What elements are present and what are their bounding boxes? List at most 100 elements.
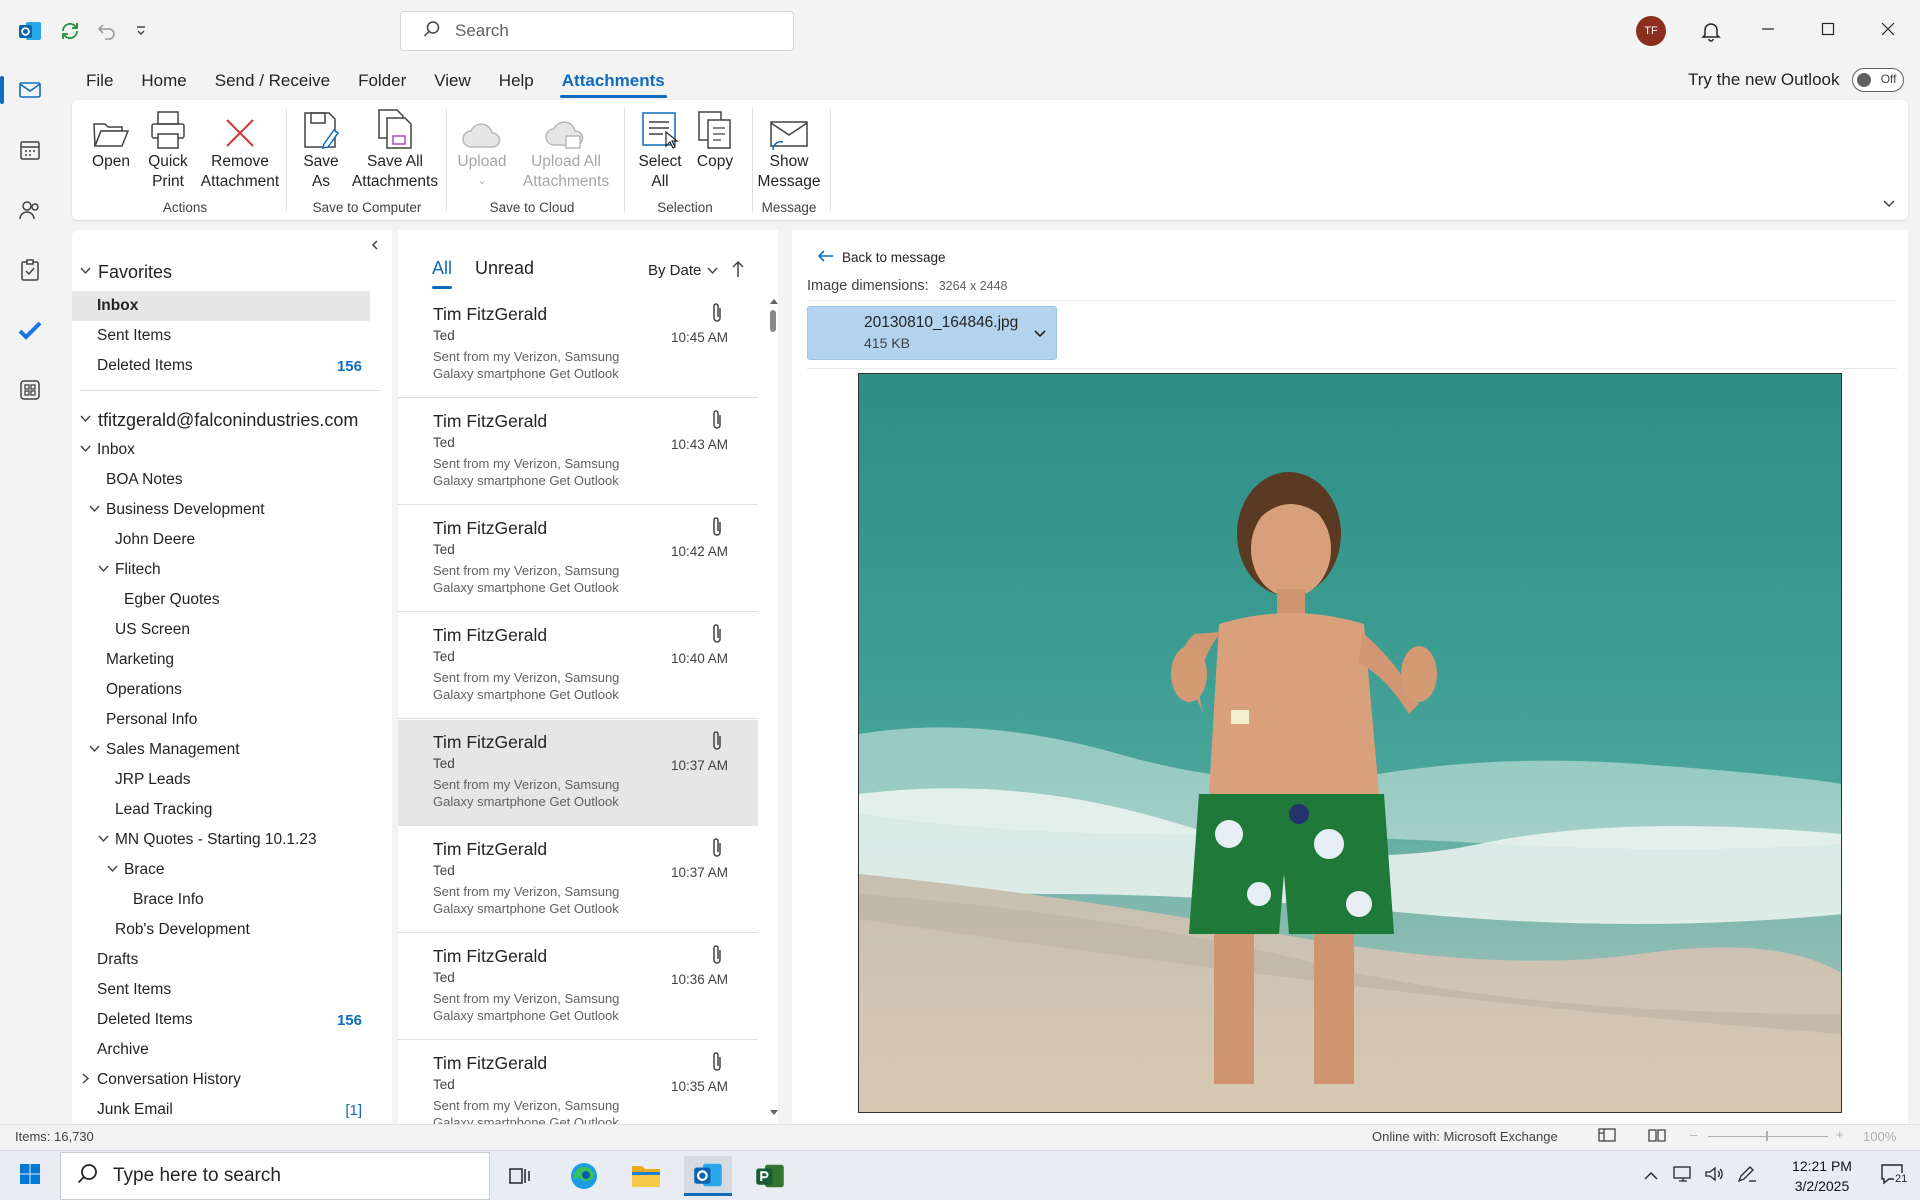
notification-center-button[interactable]: 21 [1868, 1156, 1916, 1196]
todo-icon[interactable] [10, 310, 50, 350]
file-explorer-icon[interactable] [622, 1156, 670, 1196]
filter-unread[interactable]: Unread [475, 258, 534, 279]
favorites-header[interactable]: Favorites [72, 257, 392, 287]
folder-archive[interactable]: Archive [72, 1035, 392, 1065]
mail-icon[interactable] [10, 70, 50, 110]
open-button[interactable]: Open [86, 106, 136, 172]
bell-icon[interactable] [1696, 16, 1726, 46]
sort-direction-icon[interactable] [732, 260, 744, 282]
task-view-icon[interactable] [496, 1156, 544, 1196]
folder-flitech[interactable]: Flitech [72, 555, 392, 585]
start-button[interactable] [6, 1156, 54, 1196]
favorite-sent-items[interactable]: Sent Items [72, 321, 392, 351]
favorite-deleted-items[interactable]: Deleted Items 156 [72, 351, 392, 381]
folder-junk-email[interactable]: Junk Email [1] [72, 1095, 392, 1125]
account-header[interactable]: tfitzgerald@falconindustries.com [72, 405, 392, 435]
people-icon[interactable] [10, 190, 50, 230]
tab-send-receive[interactable]: Send / Receive [201, 62, 344, 100]
filter-all[interactable]: All [432, 258, 453, 289]
new-outlook-toggle[interactable]: Off [1851, 68, 1904, 92]
tab-view[interactable]: View [420, 62, 485, 100]
maximize-button[interactable] [1808, 12, 1848, 50]
user-avatar[interactable]: TF [1636, 16, 1666, 46]
message-item[interactable]: Tim FitzGerald Ted Sent from my Verizon, S… [398, 506, 758, 612]
folder-sent-items[interactable]: Sent Items [72, 975, 392, 1005]
sync-icon[interactable] [55, 16, 85, 46]
message-item[interactable]: Tim FitzGerald Ted Sent from my Verizon, S… [398, 720, 758, 826]
zoom-thumb[interactable] [1766, 1131, 1768, 1141]
taskbar-search[interactable]: Type here to search [60, 1152, 490, 1200]
save-all-attachments-button[interactable]: Save All Attachments [350, 106, 440, 192]
folder-drafts[interactable]: Drafts [72, 945, 392, 975]
zoom-slider[interactable] [1708, 1131, 1828, 1141]
message-item[interactable]: Tim FitzGerald Ted Sent from my Verizon, S… [398, 827, 758, 933]
scroll-up-icon[interactable] [769, 292, 779, 309]
tasks-icon[interactable] [10, 250, 50, 290]
chevron-up-icon[interactable] [1644, 1168, 1658, 1185]
normal-view-icon[interactable] [1598, 1128, 1616, 1145]
volume-icon[interactable] [1704, 1165, 1726, 1187]
back-to-message-link[interactable]: Back to message [817, 250, 946, 265]
taskbar-clock[interactable]: 12:21 PM 3/2/2025 [1782, 1156, 1862, 1196]
minimize-button[interactable] [1748, 12, 1788, 50]
customize-toolbar-icon[interactable] [126, 16, 156, 46]
apps-icon[interactable] [10, 370, 50, 410]
attachment-card[interactable]: 20130810_164846.jpg 415 KB [807, 306, 1057, 360]
tab-home[interactable]: Home [127, 62, 200, 100]
folder-mn-quotes[interactable]: MN Quotes - Starting 10.1.23 [72, 825, 392, 855]
search-box[interactable]: Search [400, 11, 794, 51]
folder-egber-quotes[interactable]: Egber Quotes [72, 585, 392, 615]
remove-attachment-button[interactable]: Remove Attachment [196, 106, 284, 192]
folder-us-screen[interactable]: US Screen [72, 615, 392, 645]
tab-attachments[interactable]: Attachments [548, 62, 679, 100]
zoom-out-icon[interactable]: – [1690, 1127, 1697, 1142]
folder-personal-info[interactable]: Personal Info [72, 705, 392, 735]
upload-all-button[interactable]: Upload All Attachments [516, 106, 616, 192]
upload-button[interactable]: Upload ⌄ [452, 106, 512, 192]
tab-folder[interactable]: Folder [344, 62, 420, 100]
collapse-pane-icon[interactable] [370, 238, 380, 255]
folder-boa-notes[interactable]: BOA Notes [72, 465, 392, 495]
message-item[interactable]: Tim FitzGerald Ted Sent from my Verizon, S… [398, 399, 758, 505]
project-taskbar-icon[interactable] [746, 1156, 794, 1196]
network-icon[interactable] [1672, 1165, 1694, 1187]
reading-view-icon[interactable] [1648, 1128, 1666, 1145]
chevron-down-icon[interactable] [1034, 325, 1046, 342]
sort-by-date[interactable]: By Date [648, 262, 718, 279]
folder-conversation-history[interactable]: Conversation History [72, 1065, 392, 1095]
folder-sales-management[interactable]: Sales Management [72, 735, 392, 765]
scroll-down-icon[interactable] [769, 1104, 779, 1121]
outlook-taskbar-icon[interactable] [684, 1156, 732, 1196]
edge-icon[interactable] [560, 1156, 608, 1196]
message-item[interactable]: Tim FitzGerald Ted Sent from my Verizon, S… [398, 934, 758, 1040]
folder-marketing[interactable]: Marketing [72, 645, 392, 675]
folder-inbox[interactable]: Inbox [72, 435, 392, 465]
folder-robs-development[interactable]: Rob's Development [72, 915, 392, 945]
ribbon-collapse-icon[interactable] [1882, 196, 1896, 213]
save-as-button[interactable]: Save As [294, 106, 348, 192]
select-all-button[interactable]: Select All [630, 106, 690, 192]
pen-icon[interactable] [1736, 1164, 1758, 1188]
scroll-thumb[interactable] [770, 310, 776, 332]
message-item[interactable]: Tim FitzGerald Ted Sent from my Verizon, S… [398, 292, 758, 398]
folder-brace[interactable]: Brace [72, 855, 392, 885]
favorite-inbox[interactable]: Inbox [72, 291, 370, 321]
copy-button[interactable]: Copy [690, 106, 740, 172]
calendar-icon[interactable] [10, 130, 50, 170]
show-message-button[interactable]: Show Message [758, 106, 820, 192]
folder-lead-tracking[interactable]: Lead Tracking [72, 795, 392, 825]
folder-john-deere[interactable]: John Deere [72, 525, 392, 555]
message-item[interactable]: Tim FitzGerald Ted Sent from my Verizon, S… [398, 613, 758, 719]
tab-help[interactable]: Help [485, 62, 548, 100]
close-button[interactable] [1868, 12, 1908, 50]
zoom-in-icon[interactable]: + [1836, 1127, 1844, 1142]
quick-print-button[interactable]: Quick Print [140, 106, 196, 192]
tab-file[interactable]: File [72, 62, 127, 100]
folder-jrp-leads[interactable]: JRP Leads [72, 765, 392, 795]
folder-operations[interactable]: Operations [72, 675, 392, 705]
message-scrollbar[interactable] [768, 292, 779, 1115]
folder-brace-info[interactable]: Brace Info [72, 885, 392, 915]
folder-business-development[interactable]: Business Development [72, 495, 392, 525]
undo-icon[interactable] [92, 16, 122, 46]
folder-deleted-items[interactable]: Deleted Items 156 [72, 1005, 392, 1035]
